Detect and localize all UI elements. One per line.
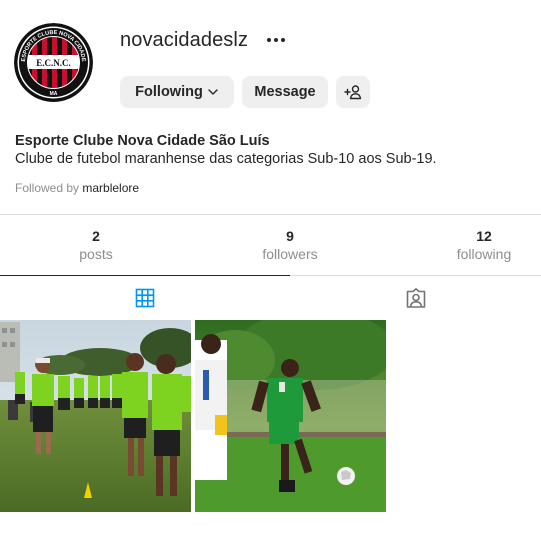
following-button-label: Following xyxy=(135,84,203,100)
followed-by-text: Followed by marblelore xyxy=(15,181,139,195)
stat-followers-label: followers xyxy=(262,246,318,262)
stat-following-label: following xyxy=(456,246,512,262)
post-thumbnail-team-training[interactable] xyxy=(0,320,191,512)
profile-bio: Clube de futebol maranhense das categori… xyxy=(15,151,437,167)
profile-stats: 2 posts 9 followers 12 following xyxy=(0,215,541,275)
stat-posts-label: posts xyxy=(79,246,113,262)
profile-tabs xyxy=(0,275,541,320)
tagged-icon xyxy=(406,288,425,308)
message-button[interactable]: Message xyxy=(242,76,328,108)
stat-followers[interactable]: 9 followers xyxy=(230,228,350,263)
more-dots-icon xyxy=(281,38,285,42)
profile-username: novacidadeslz xyxy=(120,29,249,51)
add-user-icon xyxy=(344,85,362,100)
stat-followers-count: 9 xyxy=(286,228,294,244)
stat-following-count: 12 xyxy=(476,228,492,244)
crest-bottom-text: MA xyxy=(50,91,58,97)
grid-icon xyxy=(135,288,155,307)
stat-posts-count: 2 xyxy=(92,228,100,244)
post-image-player-kicking xyxy=(195,320,386,512)
chevron-down-icon xyxy=(208,89,218,95)
post-image-team-training xyxy=(0,320,191,512)
profile-header: ESPORTE CLUBE NOVA CIDADE E.C.N.C. MA no… xyxy=(0,0,541,215)
more-dots-icon xyxy=(267,38,271,42)
avatar[interactable]: ESPORTE CLUBE NOVA CIDADE E.C.N.C. MA xyxy=(14,23,93,102)
crest-center-text: E.C.N.C. xyxy=(36,58,71,68)
message-button-label: Message xyxy=(254,84,316,100)
stat-posts: 2 posts xyxy=(36,228,156,263)
suggest-people-button[interactable] xyxy=(336,76,370,108)
following-button[interactable]: Following xyxy=(120,76,234,108)
tab-tagged[interactable] xyxy=(290,276,541,320)
club-crest-logo: ESPORTE CLUBE NOVA CIDADE E.C.N.C. MA xyxy=(14,23,93,102)
followed-by-user-link[interactable]: marblelore xyxy=(82,181,139,195)
tab-posts-grid[interactable] xyxy=(0,275,290,319)
followed-by-prefix: Followed by xyxy=(15,181,80,195)
posts-grid xyxy=(0,320,386,512)
profile-display-name: Esporte Clube Nova Cidade São Luís xyxy=(15,133,270,149)
post-thumbnail-player-kicking[interactable] xyxy=(195,320,386,512)
stat-following[interactable]: 12 following xyxy=(424,228,541,263)
more-options-button[interactable] xyxy=(262,29,290,51)
more-dots-icon xyxy=(274,38,278,42)
